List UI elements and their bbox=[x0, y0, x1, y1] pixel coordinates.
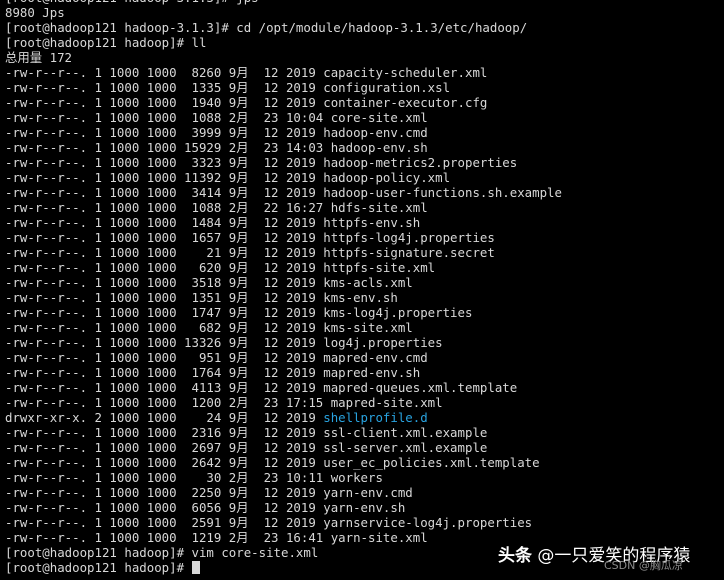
terminal-window[interactable]: [root@hadoop121 hadoop-3.1.3]# jps8980 J… bbox=[0, 0, 724, 580]
terminal-line: -rw-r--r--. 1 1000 1000 3323 9月 12 2019 … bbox=[5, 155, 518, 170]
terminal-line-directory: drwxr-xr-x. 2 1000 1000 24 9月 12 2019 sh… bbox=[5, 410, 724, 425]
terminal-line: -rw-r--r--. 1 1000 1000 951 9月 12 2019 m… bbox=[5, 350, 428, 365]
terminal-line: -rw-r--r--. 1 1000 1000 1657 9月 12 2019 … bbox=[5, 230, 495, 245]
terminal-line: -rw-r--r--. 1 1000 1000 2250 9月 12 2019 … bbox=[5, 485, 413, 500]
terminal-line: [root@hadoop121 hadoop-3.1.3]# cd /opt/m… bbox=[5, 20, 528, 35]
terminal-line: -rw-r--r--. 1 1000 1000 1764 9月 12 2019 … bbox=[5, 365, 421, 380]
terminal-line: -rw-r--r--. 1 1000 1000 1200 2月 23 17:15… bbox=[5, 395, 443, 410]
terminal-line: -rw-r--r--. 1 1000 1000 8260 9月 12 2019 … bbox=[5, 65, 488, 80]
terminal-line: -rw-r--r--. 1 1000 1000 3999 9月 12 2019 … bbox=[5, 125, 428, 140]
shell-prompt: [root@hadoop121 hadoop]# bbox=[5, 560, 192, 575]
terminal-line: -rw-r--r--. 1 1000 1000 13326 9月 12 2019… bbox=[5, 335, 443, 350]
terminal-output: [root@hadoop121 hadoop-3.1.3]# jps8980 J… bbox=[5, 0, 724, 575]
terminal-line: -rw-r--r--. 1 1000 1000 1747 9月 12 2019 … bbox=[5, 305, 473, 320]
terminal-line: -rw-r--r--. 1 1000 1000 3414 9月 12 2019 … bbox=[5, 185, 562, 200]
terminal-line: -rw-r--r--. 1 1000 1000 620 9月 12 2019 h… bbox=[5, 260, 436, 275]
terminal-line: -rw-r--r--. 1 1000 1000 1351 9月 12 2019 … bbox=[5, 290, 398, 305]
terminal-line: -rw-r--r--. 1 1000 1000 1088 2月 23 10:04… bbox=[5, 110, 428, 125]
terminal-line: -rw-r--r--. 1 1000 1000 1335 9月 12 2019 … bbox=[5, 80, 451, 95]
dir-entry-name: shellprofile.d bbox=[323, 410, 428, 425]
terminal-line: -rw-r--r--. 1 1000 1000 682 9月 12 2019 k… bbox=[5, 320, 413, 335]
terminal-line: -rw-r--r--. 1 1000 1000 30 2月 23 10:11 w… bbox=[5, 470, 383, 485]
terminal-line: 总用量 172 bbox=[5, 50, 73, 65]
terminal-line: -rw-r--r--. 1 1000 1000 1940 9月 12 2019 … bbox=[5, 95, 488, 110]
text-cursor[interactable] bbox=[191, 561, 200, 574]
terminal-line: -rw-r--r--. 1 1000 1000 4113 9月 12 2019 … bbox=[5, 380, 518, 395]
csdn-watermark: CSDN @胸瓜凉 bbox=[604, 559, 683, 572]
dir-entry-details: drwxr-xr-x. 2 1000 1000 24 9月 12 2019 bbox=[5, 410, 324, 425]
terminal-line: -rw-r--r--. 1 1000 1000 2642 9月 12 2019 … bbox=[5, 455, 540, 470]
terminal-line: 8980 Jps bbox=[5, 5, 65, 20]
terminal-line: -rw-r--r--. 1 1000 1000 6056 9月 12 2019 … bbox=[5, 500, 406, 515]
terminal-line: [root@hadoop121 hadoop]# ll bbox=[5, 35, 207, 50]
terminal-line: -rw-r--r--. 1 1000 1000 1088 2月 22 16:27… bbox=[5, 200, 428, 215]
terminal-line: -rw-r--r--. 1 1000 1000 2697 9月 12 2019 … bbox=[5, 440, 488, 455]
terminal-line: -rw-r--r--. 1 1000 1000 2591 9月 12 2019 … bbox=[5, 515, 533, 530]
terminal-line: -rw-r--r--. 1 1000 1000 2316 9月 12 2019 … bbox=[5, 425, 488, 440]
terminal-line: -rw-r--r--. 1 1000 1000 3518 9月 12 2019 … bbox=[5, 275, 413, 290]
terminal-line: -rw-r--r--. 1 1000 1000 11392 9月 12 2019… bbox=[5, 170, 451, 185]
watermark-brand: 头条 bbox=[498, 546, 532, 566]
terminal-line: -rw-r--r--. 1 1000 1000 21 9月 12 2019 ht… bbox=[5, 245, 495, 260]
terminal-line: -rw-r--r--. 1 1000 1000 15929 2月 23 14:0… bbox=[5, 140, 428, 155]
terminal-line: -rw-r--r--. 1 1000 1000 1484 9月 12 2019 … bbox=[5, 215, 421, 230]
